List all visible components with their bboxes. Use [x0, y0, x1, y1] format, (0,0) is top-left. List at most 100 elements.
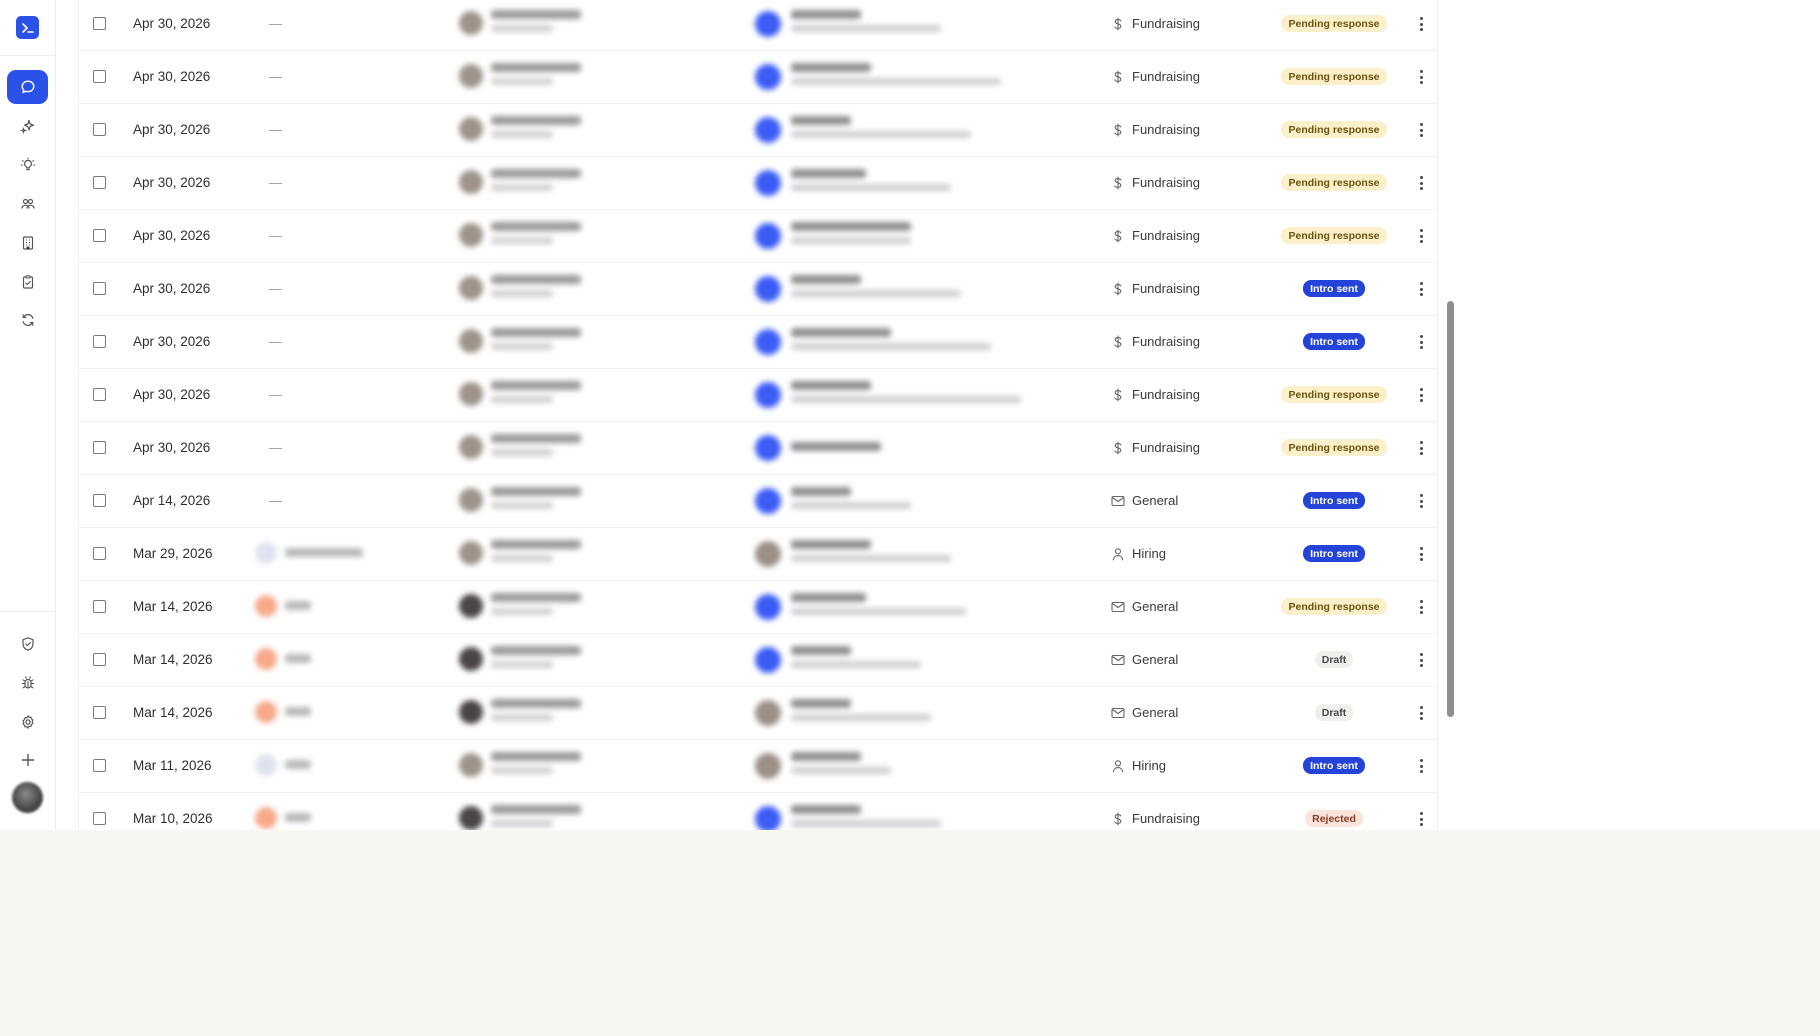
sidebar-item-settings[interactable] [7, 705, 48, 739]
status-badge[interactable]: Pending response [1281, 227, 1387, 244]
more-options-icon[interactable] [1413, 491, 1429, 511]
status-badge[interactable]: Pending response [1281, 15, 1387, 32]
table-row[interactable]: Apr 30, 2026 — Fundraising Pending response [79, 209, 1437, 263]
row-checkbox[interactable] [93, 600, 106, 613]
sidebar-item-ideas[interactable] [7, 148, 48, 182]
table-row[interactable]: Apr 30, 2026 — Fundraising Pending response [79, 368, 1437, 422]
table-row[interactable]: Apr 30, 2026 — Fundraising Pending response [79, 0, 1437, 51]
more-options-icon[interactable] [1413, 14, 1429, 34]
row-checkbox[interactable] [93, 494, 106, 507]
type-label: Fundraising [1132, 387, 1200, 402]
status-badge[interactable]: Draft [1314, 651, 1354, 668]
more-options-icon[interactable] [1413, 809, 1429, 829]
target-cell [753, 739, 1073, 792]
more-options-icon[interactable] [1413, 385, 1429, 405]
row-checkbox[interactable] [93, 17, 106, 30]
sidebar-item-messages[interactable] [7, 70, 48, 104]
mail-icon [1111, 494, 1125, 508]
table-row[interactable]: Mar 11, 2026 Hiring Intro sent [79, 739, 1437, 793]
referrer-cell [255, 739, 395, 792]
row-checkbox[interactable] [93, 759, 106, 772]
requester-cell [457, 156, 657, 209]
status-badge[interactable]: Intro sent [1303, 280, 1365, 297]
more-options-icon[interactable] [1413, 544, 1429, 564]
status-badge[interactable]: Pending response [1281, 598, 1387, 615]
table-row[interactable]: Apr 30, 2026 — Fundraising Pending response [79, 421, 1437, 475]
row-checkbox[interactable] [93, 123, 106, 136]
target-cell [753, 686, 1073, 739]
requester-cell [457, 368, 657, 421]
table-row[interactable]: Mar 14, 2026 General Draft [79, 633, 1437, 687]
referrer-cell [255, 580, 395, 633]
status-badge[interactable]: Intro sent [1303, 333, 1365, 350]
status-badge[interactable]: Intro sent [1303, 492, 1365, 509]
table-row[interactable]: Mar 10, 2026 Fundraising Rejected [79, 792, 1437, 830]
target-cell [753, 103, 1073, 156]
sidebar-item-companies[interactable] [7, 226, 48, 260]
row-checkbox[interactable] [93, 335, 106, 348]
status-badge[interactable]: Rejected [1305, 810, 1363, 827]
row-checkbox[interactable] [93, 282, 106, 295]
status-cell: Intro sent [1259, 474, 1409, 527]
requester-cell [457, 580, 657, 633]
status-badge[interactable]: Pending response [1281, 439, 1387, 456]
table-row[interactable]: Mar 14, 2026 General Pending response [79, 580, 1437, 634]
status-badge[interactable]: Pending response [1281, 68, 1387, 85]
sidebar-item-tasks[interactable] [7, 265, 48, 299]
type-cell: General [1111, 686, 1178, 739]
type-cell: Fundraising [1111, 792, 1200, 830]
table-row[interactable]: Apr 30, 2026 — Fundraising Intro sent [79, 262, 1437, 316]
table-row[interactable]: Apr 14, 2026 — General Intro sent [79, 474, 1437, 528]
sidebar-item-add[interactable] [7, 743, 48, 777]
type-cell: Fundraising [1111, 103, 1200, 156]
row-checkbox[interactable] [93, 441, 106, 454]
status-badge[interactable]: Pending response [1281, 121, 1387, 138]
more-options-icon[interactable] [1413, 173, 1429, 193]
sidebar-item-security[interactable] [7, 627, 48, 661]
sidebar-item-sync[interactable] [7, 303, 48, 337]
table-row[interactable]: Apr 30, 2026 — Fundraising Pending response [79, 103, 1437, 157]
target-cell [753, 633, 1073, 686]
more-options-icon[interactable] [1413, 279, 1429, 299]
row-checkbox[interactable] [93, 176, 106, 189]
more-options-icon[interactable] [1413, 703, 1429, 723]
sidebar-item-ai[interactable] [7, 109, 48, 143]
status-badge[interactable]: Draft [1314, 704, 1354, 721]
row-checkbox[interactable] [93, 706, 106, 719]
more-options-icon[interactable] [1413, 438, 1429, 458]
terminal-icon[interactable] [16, 16, 39, 39]
sidebar-item-people[interactable] [7, 187, 48, 221]
sidebar [0, 0, 56, 830]
row-checkbox[interactable] [93, 812, 106, 825]
date-cell: Mar 14, 2026 [133, 705, 213, 720]
status-badge[interactable]: Intro sent [1303, 545, 1365, 562]
target-cell [753, 474, 1073, 527]
avatar[interactable] [12, 782, 43, 813]
referrer-empty: — [269, 281, 282, 296]
more-options-icon[interactable] [1413, 597, 1429, 617]
status-badge[interactable]: Intro sent [1303, 757, 1365, 774]
row-checkbox[interactable] [93, 70, 106, 83]
more-options-icon[interactable] [1413, 332, 1429, 352]
table-row[interactable]: Mar 29, 2026 Hiring Intro sent [79, 527, 1437, 581]
row-checkbox[interactable] [93, 388, 106, 401]
status-cell: Pending response [1259, 156, 1409, 209]
sidebar-item-debug[interactable] [7, 666, 48, 700]
table-row[interactable]: Apr 30, 2026 — Fundraising Intro sent [79, 315, 1437, 369]
date-cell: Apr 14, 2026 [133, 493, 211, 508]
more-options-icon[interactable] [1413, 650, 1429, 670]
status-badge[interactable]: Pending response [1281, 174, 1387, 191]
row-checkbox[interactable] [93, 547, 106, 560]
table-row[interactable]: Apr 30, 2026 — Fundraising Pending response [79, 156, 1437, 210]
dollar-icon [1111, 122, 1125, 137]
table-row[interactable]: Apr 30, 2026 — Fundraising Pending response [79, 50, 1437, 104]
table-row[interactable]: Mar 14, 2026 General Draft [79, 686, 1437, 740]
row-checkbox[interactable] [93, 229, 106, 242]
more-options-icon[interactable] [1413, 67, 1429, 87]
more-options-icon[interactable] [1413, 226, 1429, 246]
scrollbar-thumb[interactable] [1447, 301, 1454, 717]
row-checkbox[interactable] [93, 653, 106, 666]
more-options-icon[interactable] [1413, 756, 1429, 776]
status-badge[interactable]: Pending response [1281, 386, 1387, 403]
more-options-icon[interactable] [1413, 120, 1429, 140]
